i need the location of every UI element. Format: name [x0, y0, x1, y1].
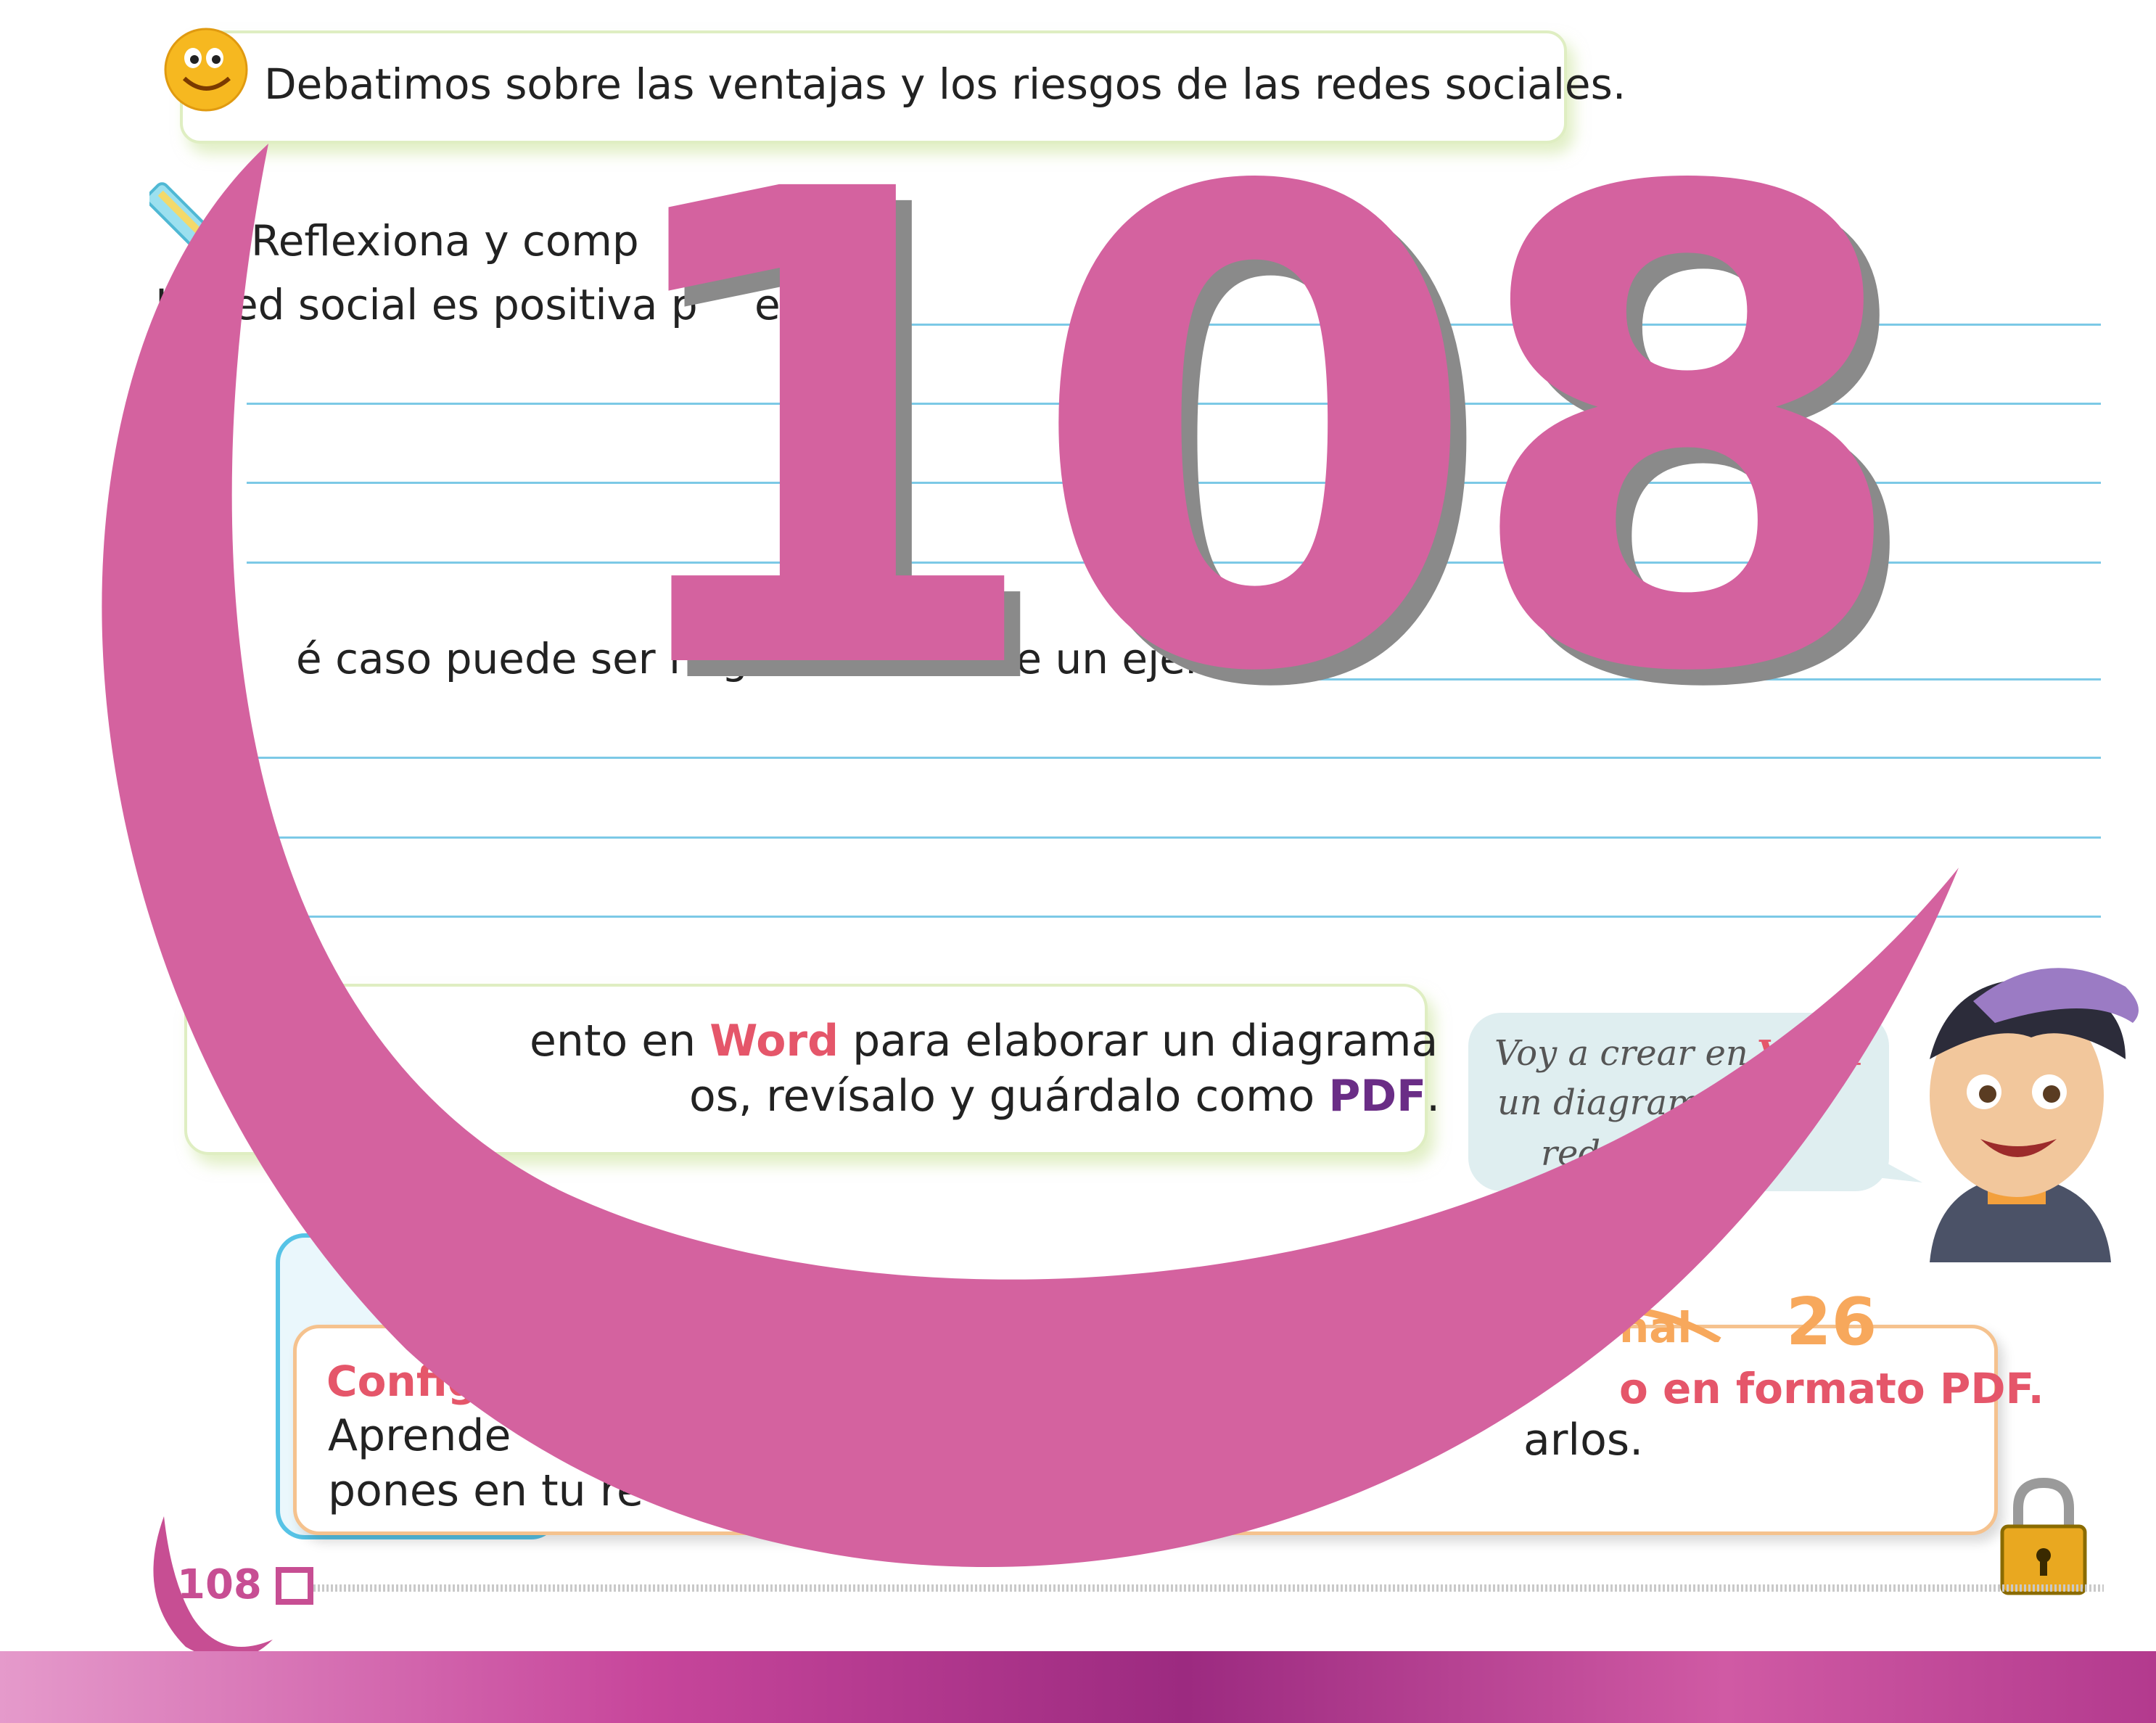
page-number-overlay: 108 [595, 55, 1914, 815]
